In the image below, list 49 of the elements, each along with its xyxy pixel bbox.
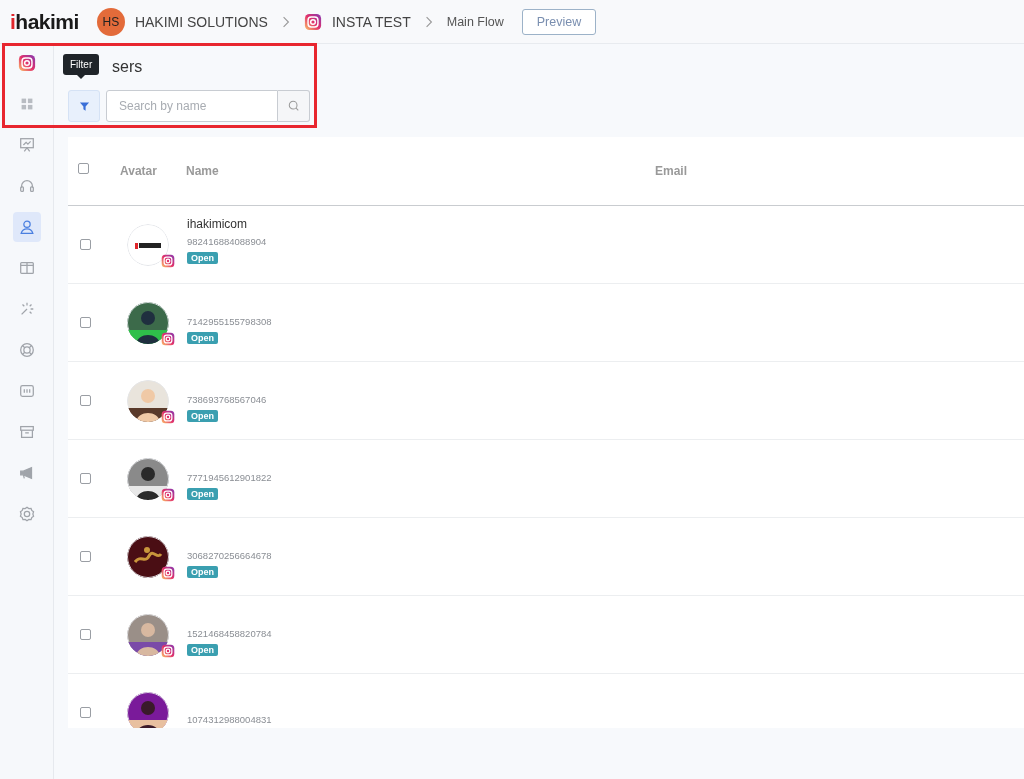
search-field[interactable]: Search by name xyxy=(106,90,278,122)
filter-button[interactable] xyxy=(68,90,100,122)
status-tag: Open xyxy=(187,331,218,344)
chevron-right-icon xyxy=(424,15,433,28)
filter-icon xyxy=(78,100,90,112)
flow-name[interactable]: Main Flow xyxy=(446,14,504,29)
lifebuoy-icon xyxy=(17,341,36,359)
select-all-checkbox[interactable] xyxy=(78,162,89,174)
row-checkbox[interactable] xyxy=(80,629,91,640)
status-tag: Open xyxy=(187,252,218,264)
page-title: sers xyxy=(112,58,143,76)
status-tag: Open xyxy=(187,409,218,422)
panel-icon xyxy=(17,382,36,400)
user-id: 7771945612901822 xyxy=(187,471,272,483)
workspace-avatar: HS xyxy=(96,7,125,36)
column-header: Avatar xyxy=(120,164,158,178)
row-checkbox[interactable] xyxy=(80,707,91,718)
search-button[interactable] xyxy=(278,90,310,122)
status-tag: Open xyxy=(187,565,218,578)
status-tag: Open xyxy=(187,487,218,500)
sidebar-item[interactable] xyxy=(12,212,41,242)
row-checkbox[interactable] xyxy=(80,317,91,328)
archive-icon xyxy=(17,423,36,441)
user-icon xyxy=(17,218,36,236)
search-icon xyxy=(287,100,300,112)
row-checkbox[interactable] xyxy=(80,551,91,562)
chevron-right-icon xyxy=(281,15,290,28)
user-id: 1074312988004831 xyxy=(187,714,272,725)
row-checkbox[interactable] xyxy=(80,239,91,250)
user-id: 3068270256664678 xyxy=(187,549,272,561)
instagram-icon xyxy=(303,12,322,31)
column-header: Name xyxy=(186,164,220,178)
user-id: 7142955155798308 xyxy=(187,315,272,327)
instagram-icon xyxy=(17,54,36,72)
user-name: ihakimicom xyxy=(187,217,247,231)
user-id: 738693768567046 xyxy=(187,393,267,405)
columns-icon xyxy=(17,259,36,277)
column-header: Email xyxy=(655,164,687,178)
channel-name[interactable]: INSTA TEST xyxy=(331,13,411,30)
user-id: 1521468458820784 xyxy=(187,627,272,639)
row-checkbox[interactable] xyxy=(80,473,91,484)
user-id: 982416884088904 xyxy=(187,236,267,247)
row-checkbox[interactable] xyxy=(80,395,91,406)
status-tag: Open xyxy=(187,643,218,656)
gear-icon xyxy=(17,505,36,523)
logo: ihakimi xyxy=(10,9,79,34)
headset-icon xyxy=(17,177,36,195)
workspace-name[interactable]: HAKIMI SOLUTIONS xyxy=(134,13,268,30)
presentation-icon xyxy=(17,136,36,154)
